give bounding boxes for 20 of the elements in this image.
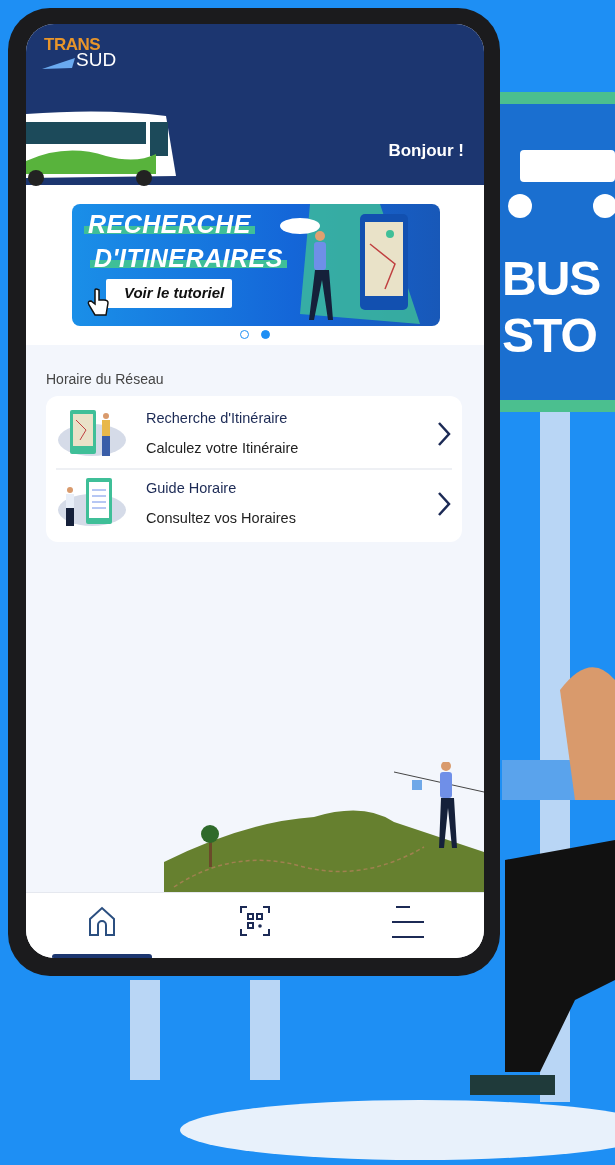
sign-text: STO xyxy=(502,312,597,360)
banner-title: RECHERCHE xyxy=(84,212,255,237)
logo-text: SUD xyxy=(76,50,117,69)
menu-item[interactable]: Recherche d'Itinéraire Calculez votre Itinéraire xyxy=(56,400,452,468)
chevron-right-icon xyxy=(436,421,452,447)
greeting-text: Bonjour ! xyxy=(388,140,464,162)
section-title: Horaire du Réseau xyxy=(46,370,165,389)
tutorial-button[interactable]: Voir le tutoriel xyxy=(106,279,233,308)
banner-title: D'ITINERAIRES xyxy=(90,246,287,271)
carousel-dot[interactable] xyxy=(240,330,249,339)
sign-text: BUS xyxy=(502,255,601,303)
carousel-dot[interactable] xyxy=(261,330,270,339)
menu-item[interactable]: Guide Horaire Consultez vos Horaires xyxy=(56,468,452,538)
qr-scan-icon xyxy=(239,905,271,939)
menu-icon xyxy=(391,905,424,939)
tutorial-banner[interactable]: RECHERCHE D'ITINERAIRES Voir le tutoriel xyxy=(72,204,440,326)
chevron-right-icon xyxy=(436,491,452,517)
logo-swoosh-icon xyxy=(42,56,76,70)
logo-text: TRANS xyxy=(44,36,101,53)
pointing-hand-icon xyxy=(86,288,110,318)
